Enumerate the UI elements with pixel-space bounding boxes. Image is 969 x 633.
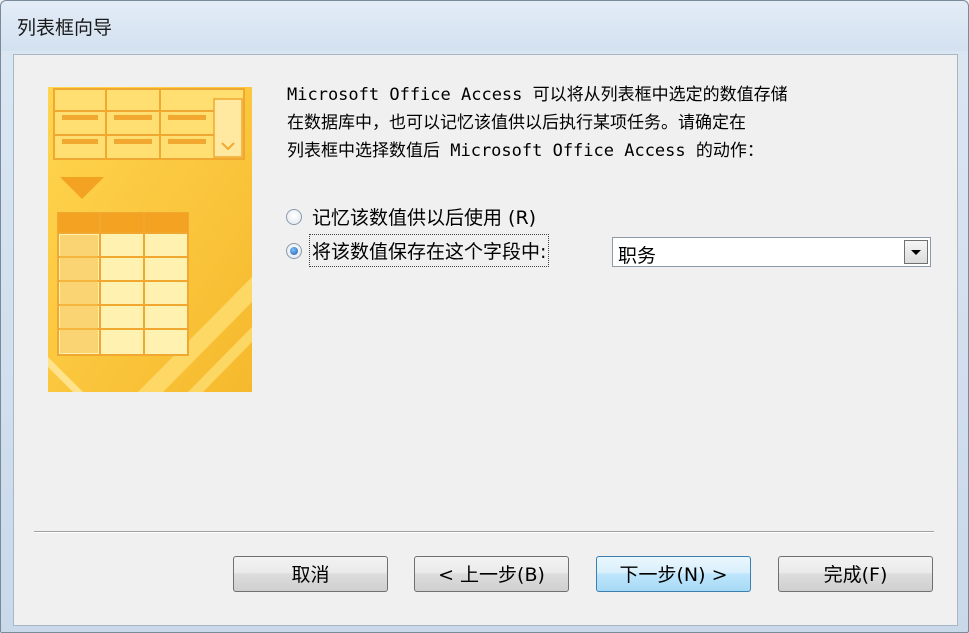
list-to-table-illustration [48,87,252,392]
window-title: 列表框向导 [17,17,113,39]
radio-store-in-field[interactable] [286,242,302,259]
field-select-dropdown-button[interactable] [904,240,928,264]
next-button[interactable]: 下一步(N) > [596,556,751,592]
back-button[interactable]: < 上一步(B) [414,556,569,592]
field-select-value: 职务 [618,245,657,267]
dialog-window: 列表框向导 Microsoft Office Access 可以将从列表框中选定… [0,0,969,633]
wizard-description: Microsoft Office Access 可以将从列表框中选定的数值存储 … [287,85,788,161]
cancel-button[interactable]: 取消 [233,556,388,592]
radio-remember-label[interactable]: 记忆该数值供以后使用 (R) [312,203,536,230]
option-store-in-field[interactable]: 将该数值保存在这个字段中: [286,234,550,267]
dialog-content: Microsoft Office Access 可以将从列表框中选定的数值存储 … [13,54,958,626]
field-select[interactable]: 职务 [612,237,931,267]
radio-remember-value[interactable] [286,208,302,225]
title-bar[interactable]: 列表框向导 [1,1,968,51]
finish-button[interactable]: 完成(F) [778,556,933,592]
footer-divider [34,531,934,533]
radio-store-label[interactable]: 将该数值保存在这个字段中: [308,234,550,267]
chevron-down-icon [911,250,921,255]
option-remember-value[interactable]: 记忆该数值供以后使用 (R) [286,203,536,230]
